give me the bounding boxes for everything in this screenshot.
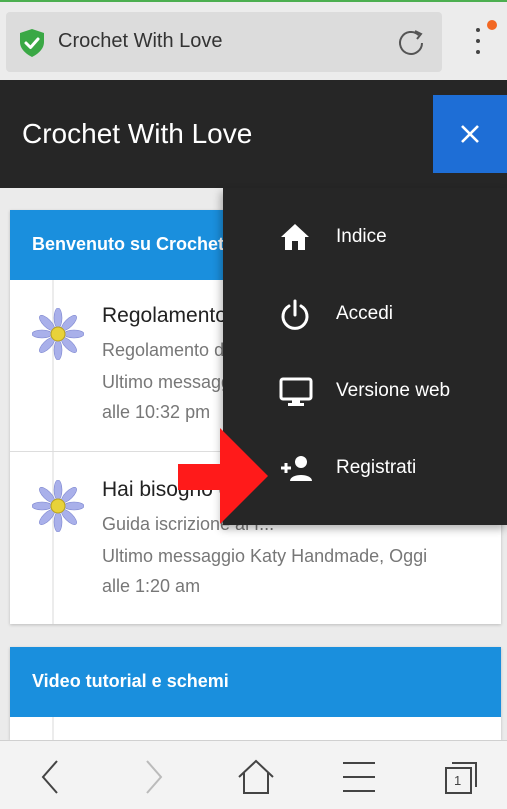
menu-item-accedi[interactable]: Accedi <box>223 277 507 354</box>
menu-item-label: Accedi <box>336 303 394 324</box>
tab-count: 1 <box>454 773 462 788</box>
browser-bar: Crochet With Love <box>0 0 507 80</box>
menu-item-indice[interactable]: Indice <box>223 200 507 277</box>
close-menu-button[interactable] <box>433 95 507 173</box>
power-icon <box>281 299 309 330</box>
secure-shield-icon <box>20 29 44 57</box>
monitor-icon <box>279 377 313 406</box>
browser-toolbar: 1 <box>0 740 507 809</box>
tabs-button[interactable]: 1 <box>442 757 482 797</box>
add-user-icon <box>281 456 312 481</box>
last-post-info: Ultimo messaggio Katy Handmade, Oggi <box>102 546 428 566</box>
forum-row-title[interactable]: Regolamento <box>102 304 227 328</box>
menu-item-label: Indice <box>336 226 387 247</box>
menu-icon[interactable] <box>339 757 379 797</box>
close-icon <box>461 125 479 143</box>
address-bar[interactable]: Crochet With Love <box>6 12 442 72</box>
last-post-time: alle 10:32 pm <box>102 402 211 422</box>
forum-title[interactable]: Crochet With Love <box>22 118 252 150</box>
forum-category-panel: Video tutorial e schemi <box>10 647 501 740</box>
category-title[interactable]: Video tutorial e schemi <box>10 647 501 717</box>
tabs-icon <box>445 762 477 794</box>
menu-item-label: Registrati <box>336 457 417 478</box>
forward-icon[interactable] <box>132 757 172 797</box>
forum-flower-icon <box>32 308 84 360</box>
home-icon <box>281 224 309 250</box>
back-icon[interactable] <box>32 757 72 797</box>
menu-item-label: Versione web <box>336 380 451 401</box>
red-arrow-annotation <box>178 428 268 524</box>
notification-dot <box>487 20 497 30</box>
menu-item-versione-web[interactable]: Versione web <box>223 354 507 431</box>
home-button-icon[interactable] <box>236 757 276 797</box>
more-options-icon[interactable] <box>468 22 488 62</box>
reload-icon[interactable] <box>394 26 428 60</box>
last-post-time: alle 1:20 am <box>102 576 201 596</box>
forum-flower-icon <box>32 480 84 532</box>
forum-header: Crochet With Love <box>0 80 507 188</box>
address-text[interactable]: Crochet With Love <box>58 30 223 53</box>
